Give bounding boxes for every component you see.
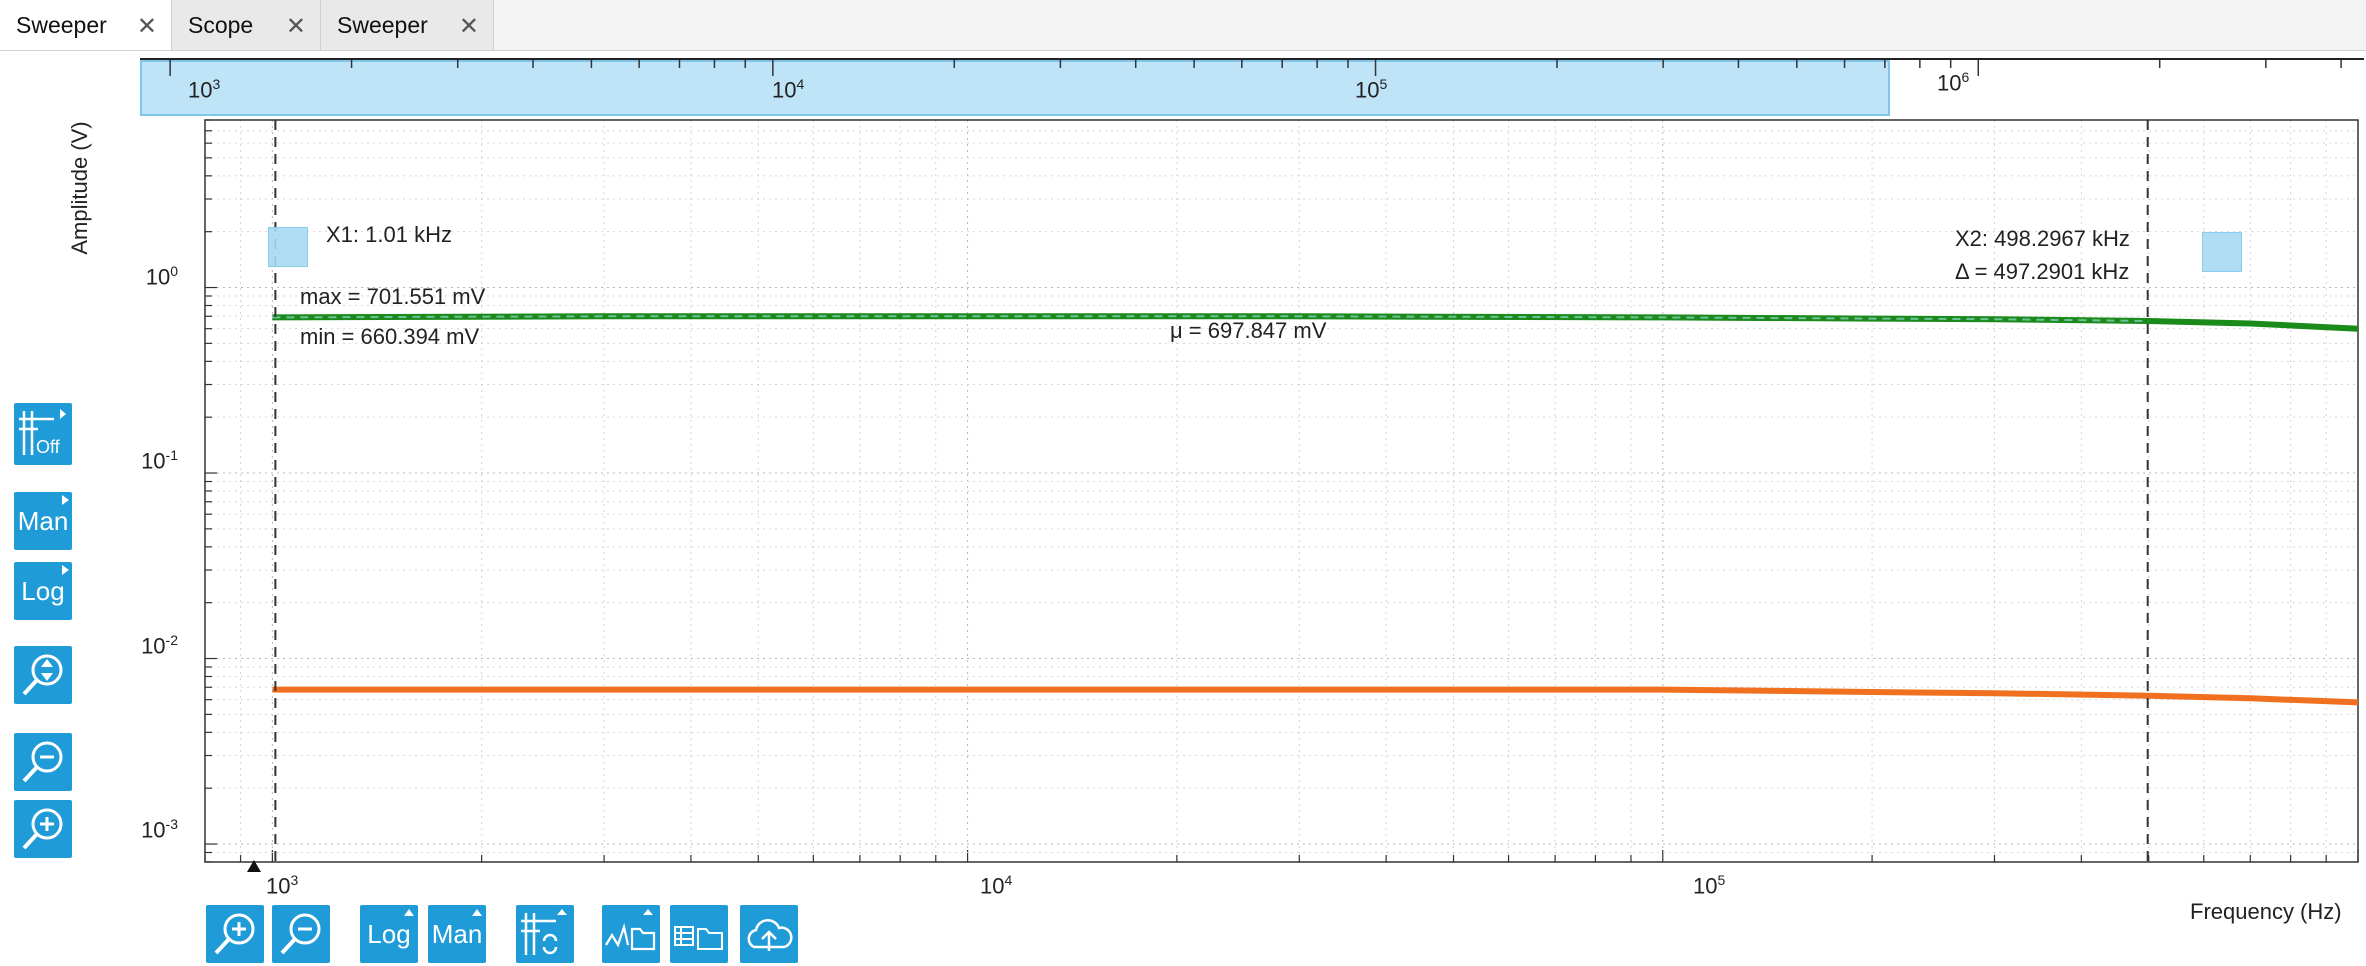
max-label: max = 701.551 mV — [300, 284, 486, 309]
min-label: min = 660.394 mV — [300, 324, 480, 349]
cursor-link-icon — [521, 909, 567, 955]
x-axis-label: Frequency (Hz) — [2190, 899, 2342, 924]
x2-cursor-handle[interactable] — [2202, 232, 2242, 272]
zoom-out-horizontal-button[interactable] — [272, 905, 330, 963]
x1-cursor-label: X1: 1.01 kHz — [326, 222, 452, 247]
x-tick-1e4: 104 — [980, 872, 1013, 899]
menu-arrow-icon — [62, 565, 69, 575]
cursor-mode-button[interactable]: Off — [14, 403, 72, 465]
x-tick-1e5: 105 — [1693, 872, 1726, 899]
menu-arrow-icon — [62, 495, 69, 505]
x2-cursor-label: X2: 498.2967 kHz — [1955, 226, 2130, 251]
cloud-upload-icon — [747, 919, 793, 951]
zoom-in-vertical-button[interactable] — [14, 800, 72, 858]
range-mode-button[interactable]: Man — [14, 492, 72, 550]
table-folder-icon — [674, 926, 723, 950]
plot-series — [272, 313, 2359, 706]
range-mode-label: Man — [17, 505, 69, 536]
zoom-fit-vertical-icon — [22, 654, 63, 696]
zoom-fit-vertical-button[interactable] — [14, 646, 72, 704]
cursor-grid-icon: Off — [19, 409, 66, 457]
zoom-in-horizontal-button[interactable] — [206, 905, 264, 963]
mean-label: μ = 697.847 mV — [1170, 318, 1327, 343]
x-scale-button[interactable]: Log — [360, 905, 418, 963]
x-offset-marker-icon[interactable] — [247, 860, 261, 872]
scale-button[interactable]: Log — [14, 562, 72, 620]
x-tick-1e3: 103 — [266, 872, 299, 899]
zoom-out-vertical-button[interactable] — [14, 733, 72, 791]
plot-area[interactable] — [0, 0, 2364, 870]
math-export-button[interactable] — [602, 905, 660, 963]
cloud-upload-button[interactable] — [740, 905, 798, 963]
cursor-link-button[interactable] — [516, 905, 574, 963]
zoom-in-icon — [22, 808, 63, 850]
scale-label: Log — [21, 575, 65, 606]
series-line-2 — [272, 686, 2359, 706]
cursor-mode-text: Off — [36, 437, 61, 457]
plot-cursors — [274, 120, 2149, 862]
table-export-button[interactable] — [670, 905, 728, 963]
x-scale-label: Log — [367, 918, 411, 949]
waveform-folder-icon — [605, 909, 656, 951]
x-range-mode-label: Man — [431, 918, 483, 949]
menu-arrow-up-icon — [472, 909, 482, 916]
menu-arrow-up-icon — [404, 909, 414, 916]
zoom-in-icon — [214, 913, 255, 955]
x-range-mode-button[interactable]: Man — [428, 905, 486, 963]
zoom-out-icon — [22, 741, 63, 783]
delta-label: Δ = 497.2901 kHz — [1955, 259, 2130, 284]
x1-cursor-handle[interactable] — [268, 227, 308, 267]
zoom-out-icon — [280, 913, 321, 955]
